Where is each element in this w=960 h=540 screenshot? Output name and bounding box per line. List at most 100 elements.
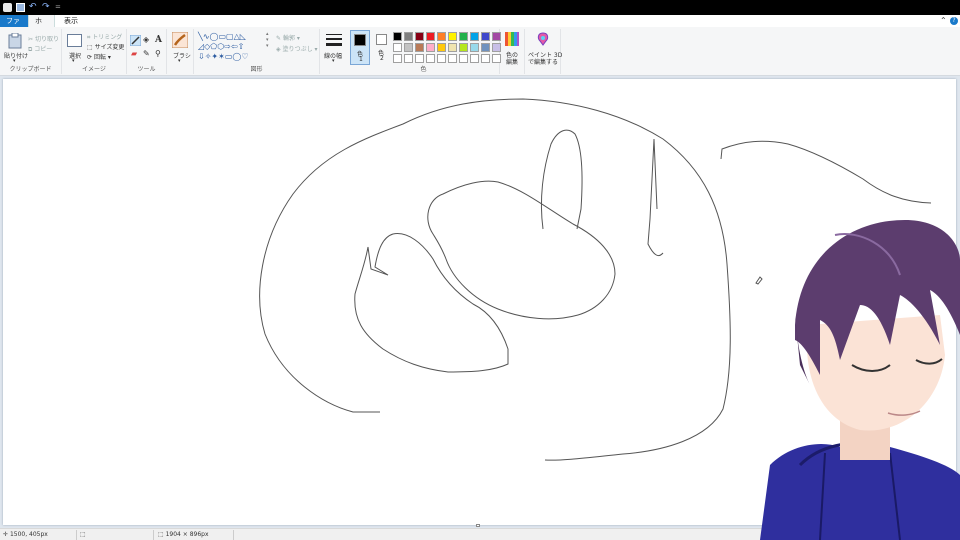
- brush-icon[interactable]: [172, 32, 188, 48]
- group-paint3d: ペイント 3D で編集する: [525, 29, 562, 74]
- magnifier-icon[interactable]: ⚲: [155, 49, 161, 58]
- rotate-icon: ⟳: [87, 54, 94, 61]
- palette-swatch[interactable]: [415, 43, 424, 52]
- palette-swatch[interactable]: [470, 54, 479, 63]
- clipboard-icon[interactable]: [8, 33, 22, 49]
- resize-icon: ⬚: [87, 44, 95, 51]
- brush-button[interactable]: ブラシ: [173, 51, 191, 60]
- palette-swatch[interactable]: [415, 54, 424, 63]
- collapse-ribbon-icon[interactable]: ⌃: [940, 16, 947, 25]
- fill-icon[interactable]: ◈: [143, 35, 149, 44]
- color-picker-icon[interactable]: ✎: [143, 49, 150, 58]
- palette-swatch[interactable]: [415, 32, 424, 41]
- palette-swatch[interactable]: [437, 32, 446, 41]
- line-width-dropdown-icon[interactable]: ▾: [332, 58, 335, 64]
- palette-swatch[interactable]: [470, 32, 479, 41]
- palette-swatch[interactable]: [393, 43, 402, 52]
- stroke-outer-swirl: [259, 98, 731, 461]
- palette-swatch[interactable]: [437, 54, 446, 63]
- edit-colors-label-2[interactable]: 編集: [506, 57, 518, 66]
- customize-qa-icon[interactable]: =: [55, 3, 64, 12]
- group-brushes: ブラシ ▾: [167, 29, 194, 74]
- palette-swatch[interactable]: [393, 32, 402, 41]
- title-bar: ↶ ↷ =: [0, 0, 960, 15]
- palette-swatch[interactable]: [481, 54, 490, 63]
- tab-home[interactable]: ホーム: [28, 15, 55, 49]
- palette-swatch[interactable]: [437, 43, 446, 52]
- palette-swatch[interactable]: [459, 54, 468, 63]
- tab-file[interactable]: ファイル: [0, 15, 28, 37]
- text-tool-icon[interactable]: A: [155, 35, 162, 45]
- color1-selector[interactable]: 色 1: [350, 30, 370, 65]
- select-button[interactable]: 選択: [69, 51, 81, 60]
- cut-button[interactable]: ✂ 切り取り: [28, 34, 59, 43]
- pencil-icon[interactable]: [130, 35, 141, 46]
- palette-swatch[interactable]: [470, 43, 479, 52]
- palette-swatch[interactable]: [426, 43, 435, 52]
- stroke-hook: [647, 138, 664, 257]
- group-size: 線の幅 ▾: [320, 29, 348, 74]
- paint3d-label-2[interactable]: で編集する: [528, 57, 558, 66]
- palette-swatch[interactable]: [404, 43, 413, 52]
- resize-button[interactable]: ⬚ サイズ変更: [87, 42, 124, 51]
- palette-swatch[interactable]: [404, 54, 413, 63]
- paint3d-icon[interactable]: [536, 32, 550, 46]
- crop-label: トリミング: [92, 34, 123, 41]
- save-icon[interactable]: [16, 3, 25, 12]
- vtuber-avatar: [760, 220, 960, 540]
- canvas-size: ⬚ 1904 × 896px: [158, 531, 209, 538]
- crosshair-icon: ✛: [3, 531, 10, 538]
- redo-icon[interactable]: ↷: [42, 3, 51, 12]
- palette-swatch[interactable]: [393, 54, 402, 63]
- clipboard-group-label: クリップボード: [9, 66, 52, 73]
- stroke-center-shape: [427, 180, 616, 320]
- selection-size-icon: ⬚: [80, 531, 86, 538]
- canvas-size-icon: ⬚: [158, 531, 166, 538]
- palette-swatch[interactable]: [481, 43, 490, 52]
- fill-button[interactable]: ◈ 塗りつぶし ▾: [276, 44, 318, 53]
- colors-group-label: 色: [420, 66, 427, 73]
- shapes-scroll-icon[interactable]: ▴ ▾ ▾: [266, 31, 269, 49]
- group-edit-colors: 色の 編集: [500, 29, 525, 74]
- color1-num: 1: [359, 56, 363, 63]
- palette-swatch[interactable]: [459, 32, 468, 41]
- group-colors: 色 1 色 2 色: [348, 29, 503, 74]
- palette-swatch[interactable]: [459, 43, 468, 52]
- canvas-resize-handle[interactable]: [476, 524, 480, 527]
- brush-dropdown-icon[interactable]: ▾: [178, 58, 181, 64]
- shapes-gallery-row3[interactable]: ⇩✧✦✶▭◯♡: [198, 53, 249, 61]
- resize-label: サイズ変更: [94, 44, 125, 51]
- palette-swatch[interactable]: [448, 43, 457, 52]
- image-group-label: イメージ: [82, 66, 106, 73]
- palette-swatch[interactable]: [448, 32, 457, 41]
- palette-swatch[interactable]: [404, 32, 413, 41]
- select-rect-icon[interactable]: [67, 34, 82, 47]
- cursor-position: ✛ 1500, 405px: [3, 531, 48, 538]
- group-image: 選択 ▾ ⌗ トリミング ⬚ サイズ変更 ⟳ 回転 ▾ イメージ: [62, 29, 127, 74]
- outline-button[interactable]: ✎ 輪郭 ▾: [276, 33, 300, 42]
- copy-button[interactable]: ⧉ コピー: [28, 44, 52, 54]
- menu-bar: ファイル ホーム 表示 ⌃ ?: [0, 15, 960, 49]
- palette-swatch[interactable]: [448, 54, 457, 63]
- shapes-gallery[interactable]: ╲∿◯▭▢△◺: [198, 33, 246, 41]
- group-tools: ◈ A ▰ ✎ ⚲ ツール: [127, 29, 167, 74]
- crop-button[interactable]: ⌗ トリミング: [87, 32, 122, 42]
- palette-swatch[interactable]: [426, 32, 435, 41]
- palette-swatch[interactable]: [481, 32, 490, 41]
- edit-colors-icon[interactable]: [505, 32, 519, 46]
- paste-button[interactable]: 貼り付け: [4, 51, 28, 60]
- tools-group-label: ツール: [137, 66, 156, 73]
- undo-icon[interactable]: ↶: [29, 3, 38, 12]
- tab-view[interactable]: 表示: [58, 15, 84, 27]
- palette-swatch[interactable]: [426, 54, 435, 63]
- shapes-gallery-row2[interactable]: ◿◇⬠⬡⇨⇦⇧: [198, 43, 244, 51]
- help-icon[interactable]: ?: [950, 17, 958, 25]
- color2-selector[interactable]: 色 2: [372, 30, 392, 65]
- rotate-button[interactable]: ⟳ 回転 ▾: [87, 52, 111, 61]
- group-clipboard: 貼り付け ▾ ✂ 切り取り ⧉ コピー クリップボード: [0, 29, 62, 74]
- stroke-loop: [540, 129, 583, 230]
- cursor-position-value: 1500, 405px: [9, 531, 48, 538]
- line-width-icon[interactable]: [326, 33, 342, 47]
- eraser-icon[interactable]: ▰: [131, 49, 137, 58]
- color-palette: [393, 32, 503, 66]
